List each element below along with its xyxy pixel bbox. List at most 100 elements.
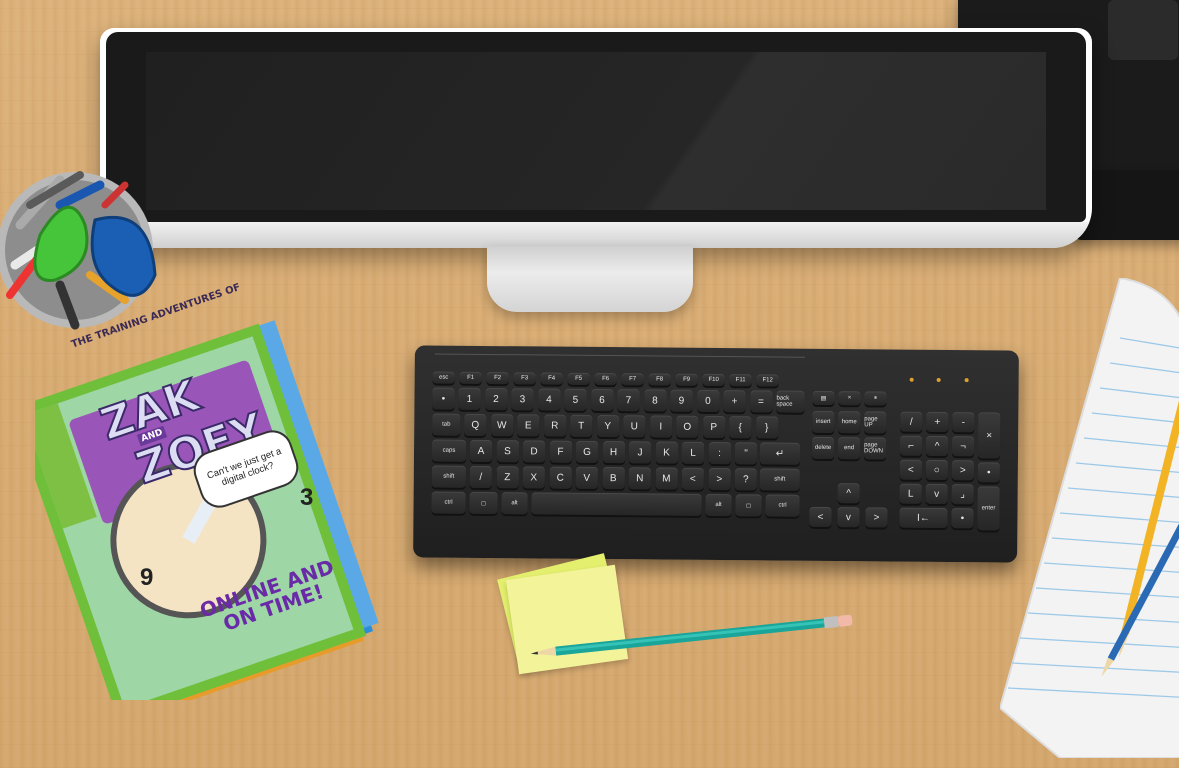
key-g[interactable]: G [575, 440, 599, 463]
key-C-4[interactable]: C [549, 466, 572, 489]
key-lt[interactable]: < [681, 467, 704, 490]
key-B-6[interactable]: B [602, 467, 625, 490]
key-e[interactable]: E [517, 414, 540, 437]
key-f5[interactable]: F5 [567, 372, 590, 385]
numpad-3[interactable]: ⌟ [951, 484, 974, 505]
key-d[interactable]: D [522, 440, 546, 463]
key-left[interactable]: < [809, 506, 832, 528]
numpad-multiply[interactable]: × [977, 412, 1001, 459]
key-right[interactable]: > [865, 507, 888, 528]
key-N-7[interactable]: N [628, 467, 651, 490]
key-back-space[interactable]: back space [776, 390, 805, 413]
key-p[interactable]: P [702, 415, 725, 439]
key-gt[interactable]: > [708, 467, 731, 491]
key-0[interactable]: 0 [696, 389, 720, 413]
key-V-5[interactable]: V [575, 466, 598, 489]
key-scroll[interactable]: × [838, 391, 861, 406]
key-f8[interactable]: F8 [648, 373, 671, 386]
numpad-5[interactable]: ○ [925, 459, 948, 481]
key-f[interactable]: F [549, 440, 572, 463]
key-home[interactable]: home [838, 411, 861, 434]
key-pageup[interactable]: page UP [864, 411, 887, 434]
key-f12[interactable]: F12 [756, 374, 779, 387]
numpad-divide[interactable]: / [900, 411, 923, 432]
key-meta-right[interactable]: ◻ [735, 494, 762, 517]
key-alt-right[interactable]: alt [705, 493, 732, 517]
key-tab[interactable]: tab [432, 413, 461, 436]
numpad-8[interactable]: ^ [925, 435, 949, 457]
key-s[interactable]: S [496, 440, 519, 463]
key-meta-left[interactable]: ◻ [469, 491, 498, 515]
numpad-1[interactable]: L [899, 483, 922, 504]
key-space[interactable] [531, 492, 702, 516]
key-f1[interactable]: F1 [459, 371, 482, 384]
key-f11[interactable]: F11 [729, 374, 752, 387]
key-f4[interactable]: F4 [540, 372, 563, 385]
key-9[interactable]: 9 [670, 389, 693, 412]
key-f7[interactable]: F7 [621, 373, 644, 386]
key-slash[interactable]: / [469, 465, 492, 489]
key-grave[interactable]: • [432, 387, 455, 410]
key-u[interactable]: U [623, 415, 646, 438]
key-f10[interactable]: F10 [702, 373, 725, 387]
numpad-enter[interactable]: enter [977, 486, 1000, 531]
key-r[interactable]: R [543, 414, 566, 437]
key-Z-2[interactable]: Z [496, 466, 519, 489]
key-X-3[interactable]: X [522, 466, 545, 489]
key-w[interactable]: W [490, 414, 513, 437]
key-h[interactable]: H [602, 441, 625, 464]
key-esc[interactable]: esc [432, 371, 455, 384]
key-l[interactable]: L [681, 441, 705, 464]
key-=[interactable]: = [749, 390, 773, 413]
key-7[interactable]: 7 [617, 389, 640, 412]
key-f2[interactable]: F2 [486, 371, 509, 385]
key-y[interactable]: Y [596, 414, 619, 438]
numpad-6[interactable]: > [951, 460, 974, 481]
key-q[interactable]: Q [464, 413, 487, 436]
key-+[interactable]: + [723, 390, 746, 413]
key-caps[interactable]: caps [431, 439, 467, 462]
numpad-plus[interactable]: + [926, 411, 949, 433]
numpad-dot[interactable]: • [951, 508, 974, 529]
key-6[interactable]: 6 [590, 388, 614, 412]
key-up[interactable]: ^ [837, 483, 860, 504]
numpad-4[interactable]: < [899, 459, 922, 480]
key-f6[interactable]: F6 [594, 372, 617, 386]
key-5[interactable]: 5 [564, 388, 587, 411]
key-ctrl-left[interactable]: ctrl [431, 491, 466, 514]
key-ctrl-right[interactable]: ctrl [765, 494, 800, 517]
key-M-8[interactable]: M [655, 467, 678, 490]
key-i[interactable]: I [649, 415, 672, 438]
comic-book[interactable] [35, 320, 395, 700]
numpad-7[interactable]: ⌐ [899, 435, 923, 456]
numpad-dot-top[interactable]: • [977, 462, 1000, 483]
key-insert[interactable]: insert [812, 410, 835, 434]
numpad-2[interactable]: v [925, 483, 948, 505]
key-k[interactable]: K [655, 441, 678, 464]
numpad-minus[interactable]: - [952, 412, 975, 433]
key-down[interactable]: v [837, 507, 860, 528]
numpad-9[interactable]: ¬ [951, 436, 975, 457]
key-enter[interactable]: ↵ [759, 442, 801, 465]
key-1[interactable]: 1 [458, 387, 481, 410]
key-end[interactable]: end [837, 437, 861, 460]
key-alt-left[interactable]: alt [501, 492, 528, 515]
key-o[interactable]: O [676, 415, 699, 438]
key-f9[interactable]: F9 [675, 373, 698, 386]
key-rbrace[interactable]: } [755, 416, 778, 439]
key-8[interactable]: 8 [643, 389, 667, 412]
key-j[interactable]: J [628, 441, 652, 464]
key-3[interactable]: 3 [511, 388, 534, 411]
key-2[interactable]: 2 [484, 387, 508, 411]
key-quote[interactable]: " [734, 442, 758, 465]
key-question[interactable]: ? [734, 468, 757, 491]
numpad-0[interactable]: I← [899, 507, 948, 529]
key-prtsc[interactable]: ▤ [812, 390, 835, 406]
keyboard[interactable]: esc F1 F2 F3 F4 F5 F6 F7 F8 F9 F10 F11 F12 • 1 2 3 4 5 6 7 8 9… [413, 345, 1019, 563]
key-lbrace[interactable]: { [729, 416, 752, 439]
key-a[interactable]: A [469, 439, 493, 463]
key-pagedown[interactable]: page DOWN [863, 437, 887, 460]
key-colon[interactable]: : [708, 441, 731, 465]
monitor-screen[interactable] [146, 52, 1046, 210]
key-shift-0[interactable]: shift [431, 465, 466, 488]
